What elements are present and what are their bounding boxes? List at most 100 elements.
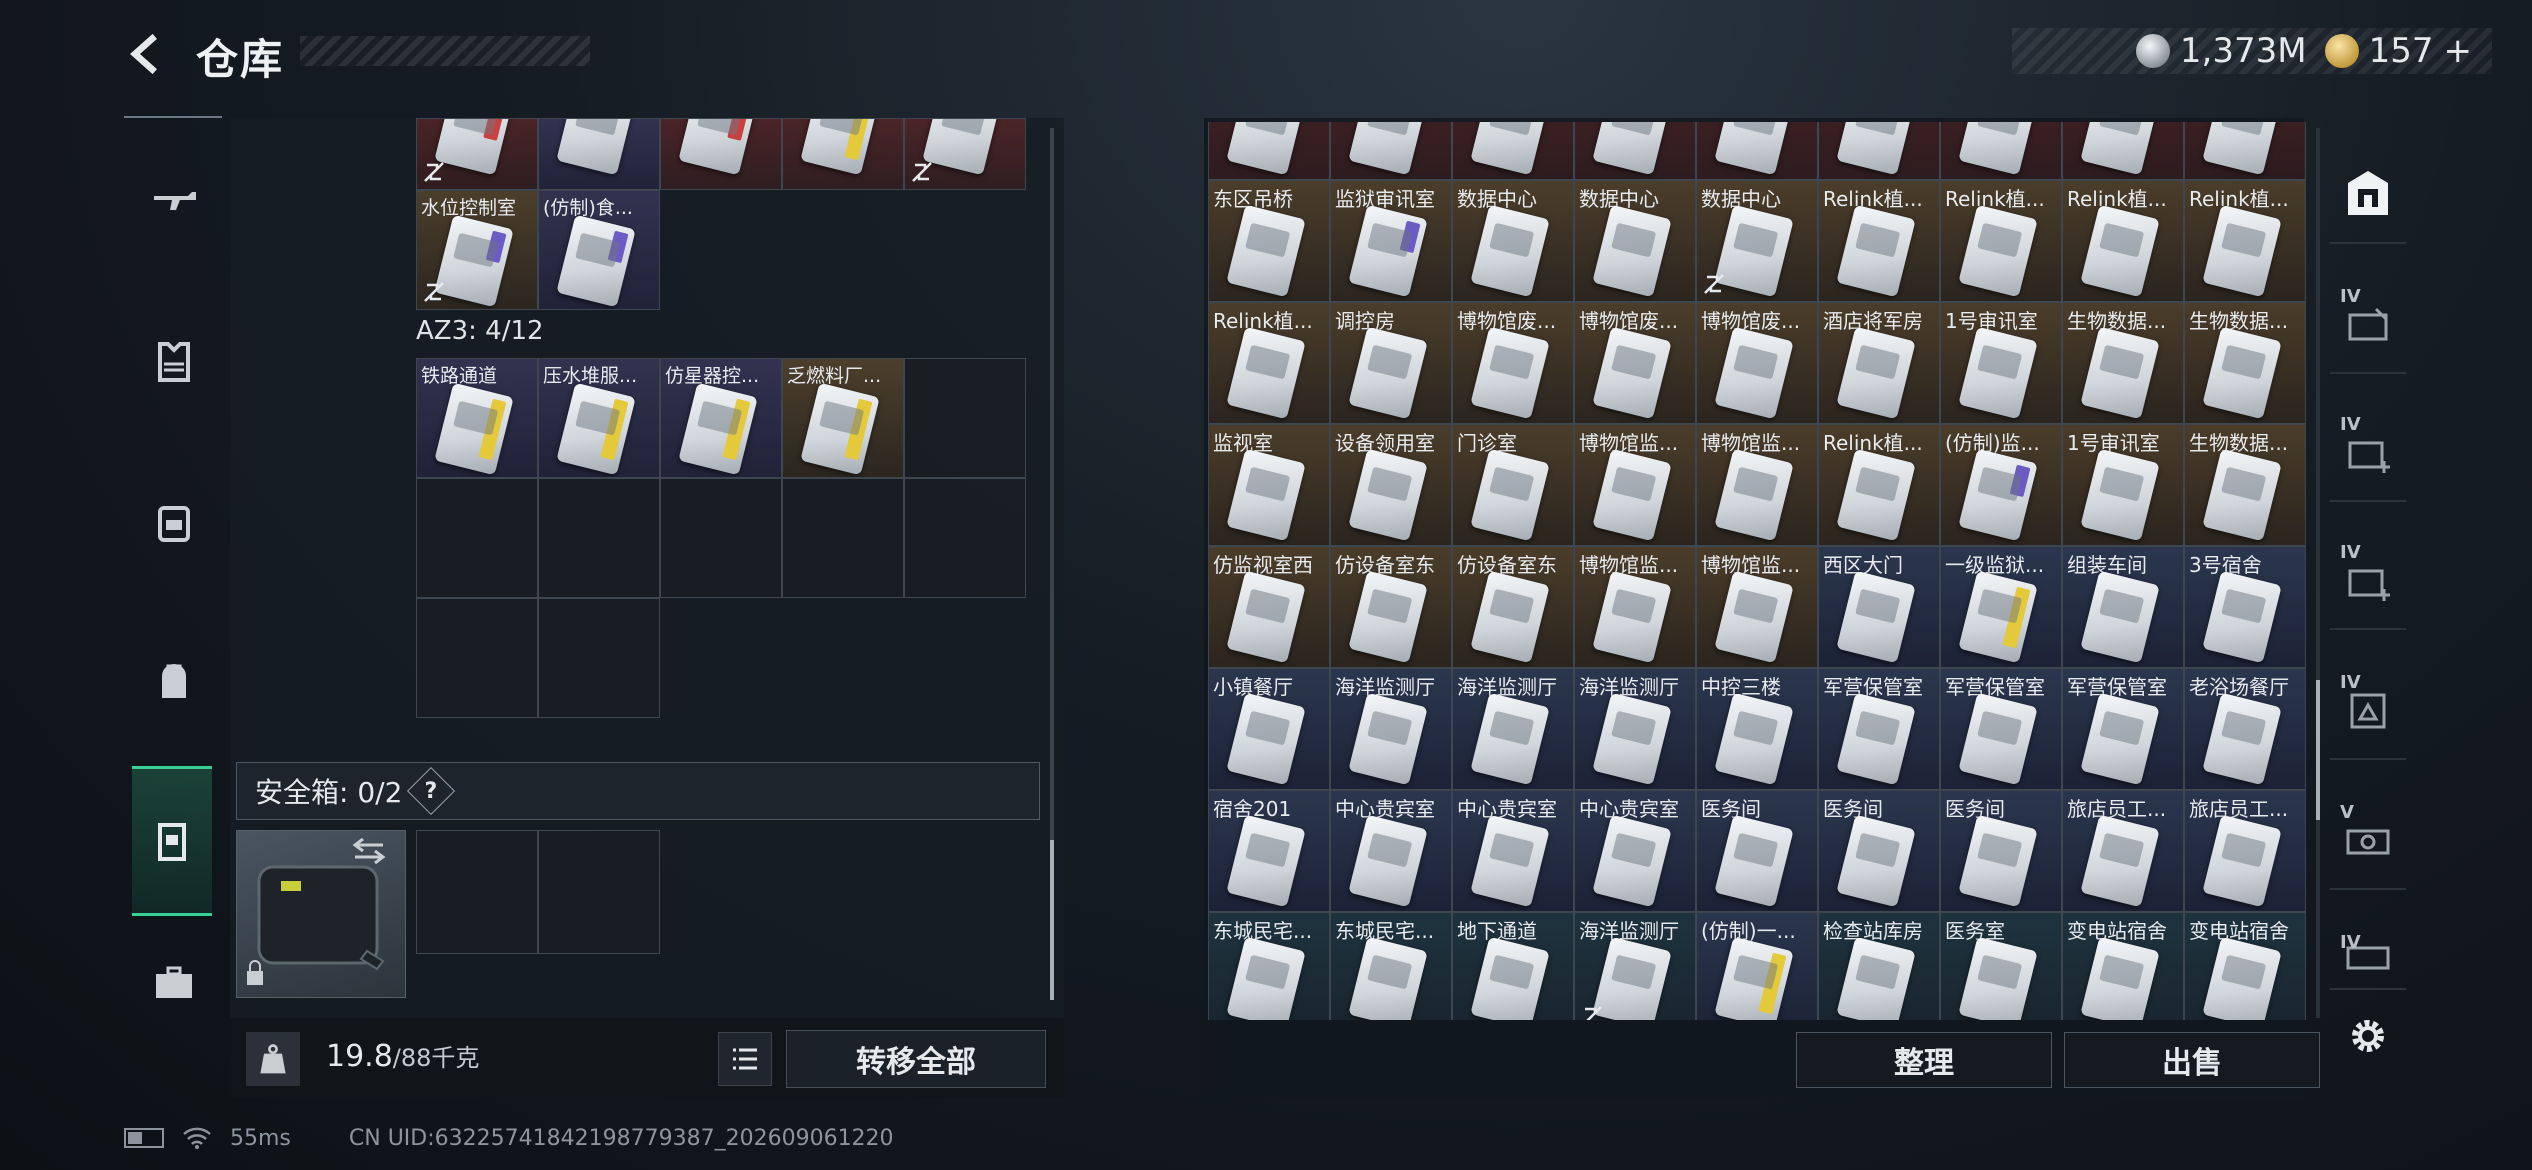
storage-slot[interactable]: 中心贵宾室 xyxy=(1452,790,1574,912)
storage-slot[interactable]: 博物馆废... xyxy=(1696,302,1818,424)
storage-slot[interactable]: 西区大门 xyxy=(1818,546,1940,668)
nav-safebox[interactable] xyxy=(132,766,212,916)
storage-slot[interactable]: 中控三楼 xyxy=(1696,668,1818,790)
storage-slot[interactable]: 监狱审讯室 xyxy=(1330,180,1452,302)
list-view-button[interactable] xyxy=(718,1032,772,1086)
storage-slot[interactable] xyxy=(2062,122,2184,180)
safebox-container[interactable] xyxy=(236,830,406,998)
storage-slot[interactable]: 医务间 xyxy=(1940,790,2062,912)
storage-slot[interactable]: 宿舍201 xyxy=(1208,790,1330,912)
silver-currency[interactable]: 1,373M xyxy=(2135,31,2307,71)
filter-tab-keys[interactable] xyxy=(2330,144,2406,244)
storage-slot[interactable]: 地下通道 xyxy=(1452,912,1574,1020)
storage-slot[interactable]: 旅店员工... xyxy=(2184,790,2306,912)
inventory-slot[interactable]: 水位控制室 xyxy=(416,190,538,310)
nav-armor[interactable] xyxy=(134,322,214,402)
empty-slot[interactable] xyxy=(416,598,538,718)
storage-slot[interactable]: 变电站宿舍 xyxy=(2184,912,2306,1020)
storage-slot[interactable] xyxy=(1452,122,1574,180)
storage-slot[interactable]: 东城民宅... xyxy=(1330,912,1452,1020)
storage-slot[interactable]: 酒店将军房 xyxy=(1818,302,1940,424)
storage-slot[interactable]: 调控房 xyxy=(1330,302,1452,424)
storage-slot[interactable]: 博物馆废... xyxy=(1574,302,1696,424)
right-scrollbar-thumb[interactable] xyxy=(2316,680,2320,820)
inventory-slot[interactable] xyxy=(538,118,660,190)
storage-slot[interactable]: 中心贵宾室 xyxy=(1574,790,1696,912)
storage-slot[interactable]: 小镇餐厅 xyxy=(1208,668,1330,790)
storage-slot[interactable]: 检查站库房 xyxy=(1818,912,1940,1020)
inventory-slot[interactable]: (仿制)食... xyxy=(538,190,660,310)
storage-slot[interactable]: 1号审讯室 xyxy=(2062,424,2184,546)
safebox-slot[interactable] xyxy=(538,830,660,954)
storage-slot[interactable]: Relink植... xyxy=(1940,180,2062,302)
storage-slot[interactable]: 设备领用室 xyxy=(1330,424,1452,546)
filter-tab-ammo[interactable]: IV xyxy=(2330,660,2406,760)
storage-slot[interactable] xyxy=(1818,122,1940,180)
storage-slot[interactable]: 军营保管室 xyxy=(2062,668,2184,790)
storage-slot[interactable]: 医务室 xyxy=(1940,912,2062,1020)
gold-add-button[interactable]: + xyxy=(2444,31,2473,71)
storage-slot[interactable]: 博物馆监... xyxy=(1696,546,1818,668)
storage-slot[interactable]: 海洋监测厅 xyxy=(1574,912,1696,1020)
storage-slot[interactable] xyxy=(1208,122,1330,180)
inventory-slot[interactable]: 仿星器控... xyxy=(660,358,782,478)
storage-slot[interactable]: Relink植... xyxy=(1818,424,1940,546)
gold-currency[interactable]: 157 + xyxy=(2324,31,2473,71)
sort-button[interactable]: 整理 xyxy=(1796,1032,2052,1088)
storage-slot[interactable]: (仿制)监... xyxy=(1940,424,2062,546)
sell-button[interactable]: 出售 xyxy=(2064,1032,2320,1088)
nav-backpack[interactable] xyxy=(134,642,214,722)
storage-slot[interactable]: 军营保管室 xyxy=(1818,668,1940,790)
empty-slot[interactable] xyxy=(416,478,538,598)
storage-slot[interactable]: 海洋监测厅 xyxy=(1330,668,1452,790)
storage-slot[interactable]: 一级监狱... xyxy=(1940,546,2062,668)
safebox-slot[interactable] xyxy=(416,830,538,954)
settings-button[interactable] xyxy=(2340,1008,2396,1064)
nav-toolbox[interactable] xyxy=(134,942,214,1022)
storage-slot[interactable]: 仿设备室东 xyxy=(1330,546,1452,668)
empty-slot[interactable] xyxy=(904,358,1026,478)
filter-tab-cases[interactable]: V xyxy=(2330,790,2406,890)
inventory-slot[interactable]: 乏燃料厂... xyxy=(782,358,904,478)
inventory-slot[interactable]: 压水堆服... xyxy=(538,358,660,478)
storage-slot[interactable]: 组装车间 xyxy=(2062,546,2184,668)
back-button[interactable] xyxy=(118,26,174,82)
storage-slot[interactable]: 旅店员工... xyxy=(2062,790,2184,912)
storage-slot[interactable]: Relink植... xyxy=(1818,180,1940,302)
right-scrollbar[interactable] xyxy=(2316,128,2320,1018)
storage-slot[interactable]: 仿监视室西 xyxy=(1208,546,1330,668)
empty-slot[interactable] xyxy=(538,478,660,598)
inventory-slot[interactable] xyxy=(904,118,1026,190)
storage-slot[interactable]: Relink植... xyxy=(1208,302,1330,424)
storage-slot[interactable]: 数据中心 xyxy=(1696,180,1818,302)
nav-chest-rig[interactable] xyxy=(134,482,214,562)
storage-slot[interactable]: 博物馆监... xyxy=(1696,424,1818,546)
storage-slot[interactable]: 博物馆废... xyxy=(1452,302,1574,424)
storage-slot[interactable]: 监视室 xyxy=(1208,424,1330,546)
storage-slot[interactable]: 海洋监测厅 xyxy=(1452,668,1574,790)
filter-tab-misc[interactable]: IV xyxy=(2330,920,2406,990)
storage-slot[interactable]: 数据中心 xyxy=(1452,180,1574,302)
filter-tab-cards[interactable]: IV xyxy=(2330,274,2406,374)
empty-slot[interactable] xyxy=(660,478,782,598)
storage-slot[interactable]: 东区吊桥 xyxy=(1208,180,1330,302)
storage-slot[interactable]: 门诊室 xyxy=(1452,424,1574,546)
storage-slot[interactable]: 中心贵宾室 xyxy=(1330,790,1452,912)
storage-slot[interactable]: 博物馆监... xyxy=(1574,546,1696,668)
storage-slot[interactable]: 数据中心 xyxy=(1574,180,1696,302)
storage-slot[interactable]: 1号审讯室 xyxy=(1940,302,2062,424)
inventory-slot[interactable] xyxy=(416,118,538,190)
storage-slot[interactable]: 变电站宿舍 xyxy=(2062,912,2184,1020)
transfer-all-button[interactable]: 转移全部 xyxy=(786,1030,1046,1088)
safebox-help-button[interactable]: ? xyxy=(407,766,456,816)
storage-slot[interactable]: 军营保管室 xyxy=(1940,668,2062,790)
inventory-slot[interactable] xyxy=(660,118,782,190)
empty-slot[interactable] xyxy=(904,478,1026,598)
storage-slot[interactable]: 3号宿舍 xyxy=(2184,546,2306,668)
storage-slot[interactable]: Relink植... xyxy=(2184,180,2306,302)
storage-slot[interactable] xyxy=(1574,122,1696,180)
storage-slot[interactable]: 海洋监测厅 xyxy=(1574,668,1696,790)
storage-slot[interactable]: 生物数据... xyxy=(2062,302,2184,424)
left-scrollbar-thumb[interactable] xyxy=(1050,840,1054,1000)
storage-slot[interactable] xyxy=(1940,122,2062,180)
